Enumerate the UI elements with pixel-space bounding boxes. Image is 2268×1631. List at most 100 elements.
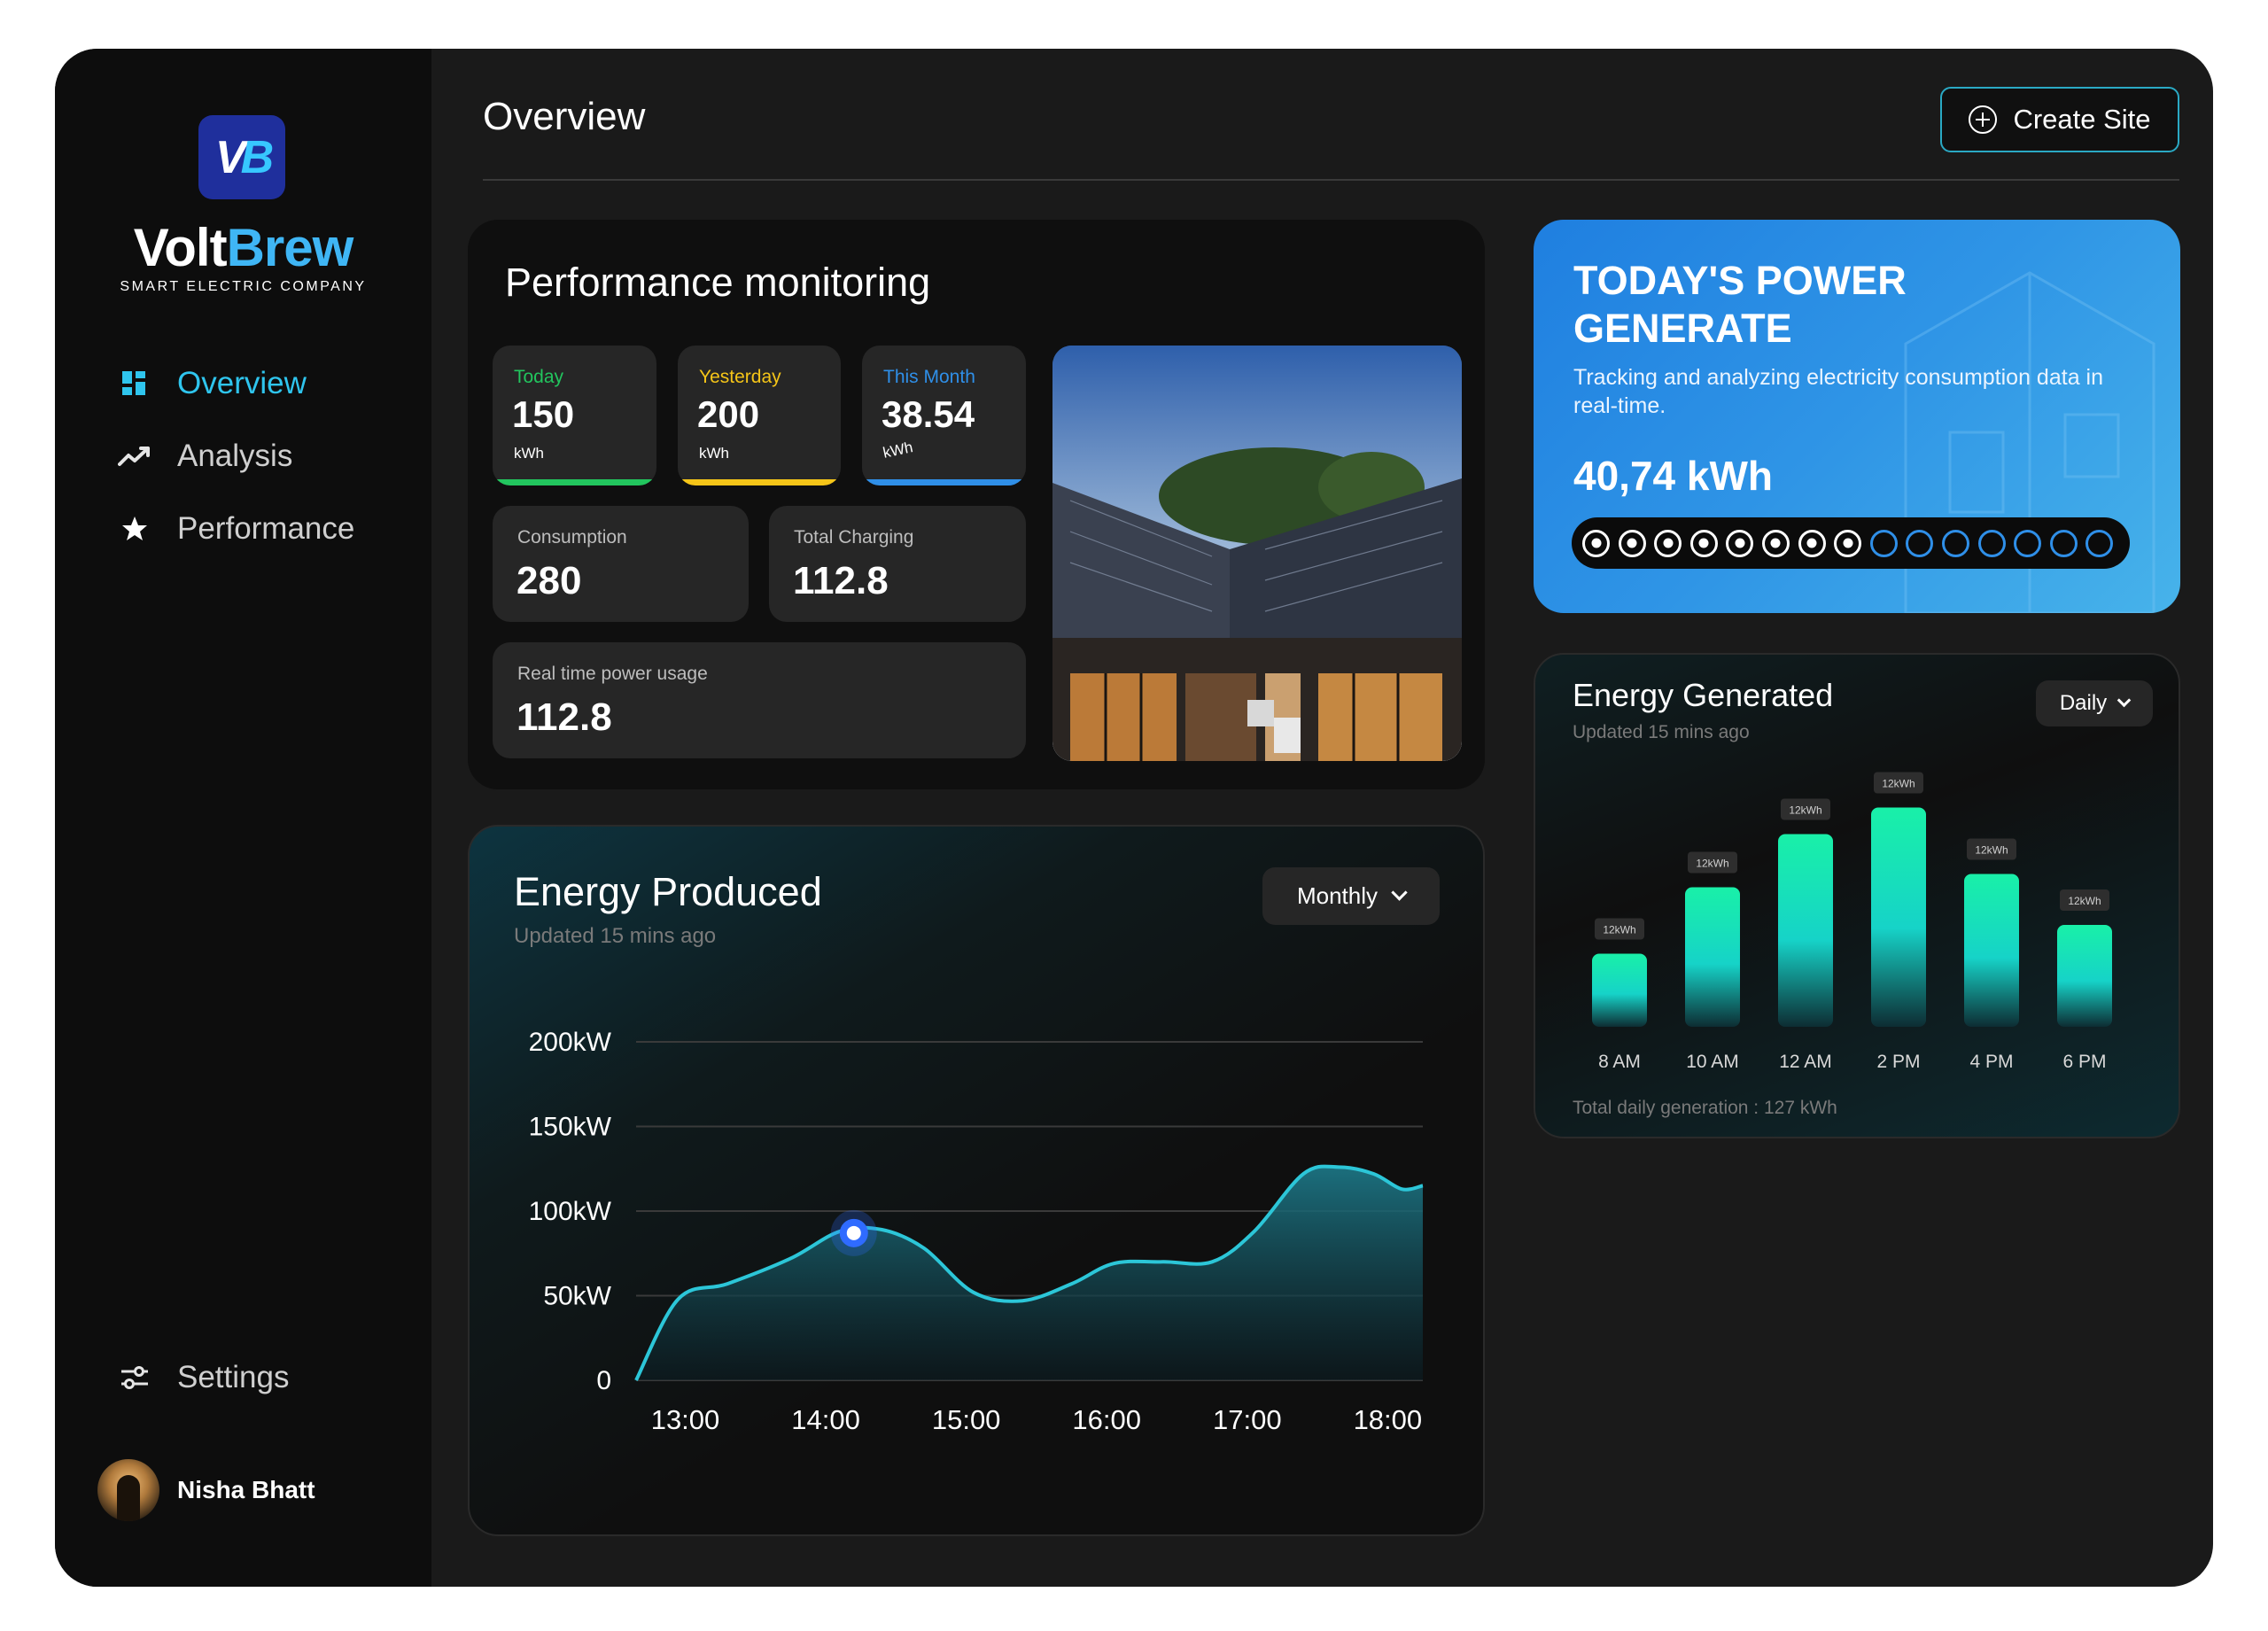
stat-this-month[interactable]: This Month 38.54 kWh [862, 346, 1026, 485]
stat-unit: kWh [699, 445, 729, 462]
power-level-dot [2049, 529, 2078, 557]
sidebar-item-label: Overview [177, 366, 307, 400]
bar-value-label: 12kWh [1882, 778, 1915, 790]
energy-produced-card: Energy Produced Updated 15 mins ago Mont… [468, 825, 1485, 1536]
create-site-label: Create Site [2013, 104, 2151, 135]
stat-unit: kWh [514, 445, 544, 462]
stat-unit: kWh [881, 439, 915, 462]
stat-value: 150 [512, 393, 575, 435]
x-tick-label: 15:00 [932, 1404, 1001, 1435]
todays-power-value: 40,74 kWh [1573, 453, 1773, 499]
stat-value: 112.8kWh [517, 695, 612, 740]
stat-label: Today [514, 367, 564, 387]
stat-total-charging[interactable]: Total Charging 112.8kWh [769, 506, 1026, 622]
energy-generated-card: Energy Generated Updated 15 mins ago Dai… [1534, 653, 2180, 1138]
sliders-icon [117, 1360, 152, 1395]
power-level-dot [1726, 529, 1754, 557]
stat-realtime-usage[interactable]: Real time power usage 112.8kWh [493, 642, 1026, 758]
energy-produced-chart: 0 50kW 100kW 150kW 200kW 13:00 14:00 15:00 16:00… [529, 1028, 1424, 1435]
bar-value-label: 12kWh [1975, 844, 2008, 857]
power-level-indicator [1572, 517, 2130, 569]
bar[interactable] [1592, 953, 1647, 1028]
power-level-dot [1941, 529, 1969, 557]
app-window: VB VoltBrew SMART ELECTRIC COMPANY Overv… [55, 49, 2213, 1587]
power-level-dot [1977, 529, 2006, 557]
x-tick-label: 16:00 [1072, 1404, 1141, 1435]
stat-value: 112.8kWh [793, 559, 889, 603]
power-level-dot [1798, 529, 1826, 557]
stat-number: 280 [517, 559, 582, 602]
power-level-dot [1906, 529, 1934, 557]
sidebar-item-settings[interactable]: Settings [117, 1360, 289, 1395]
power-level-dot [1834, 529, 1862, 557]
sidebar-item-label: Performance [177, 511, 355, 546]
bar[interactable] [1778, 834, 1833, 1028]
stat-consumption[interactable]: Consumption 280kWh [493, 506, 749, 622]
bar[interactable] [2057, 925, 2112, 1027]
star-icon [117, 511, 152, 547]
energy-generated-chart: 12kWh 8 AM 12kWh 10 AM 12kWh 12 AM 12kWh 2 PM 12… [1592, 772, 2112, 1072]
stat-label: Yesterday [699, 367, 781, 387]
stat-today[interactable]: Today 150 kWh [493, 346, 656, 485]
bar[interactable] [1871, 807, 1926, 1028]
y-tick-label: 200kW [529, 1028, 612, 1057]
logo: VB [198, 115, 285, 199]
bar[interactable] [1685, 887, 1740, 1028]
performance-card: Performance monitoring Today 150 kWh Yes… [468, 220, 1485, 789]
sidebar: VB VoltBrew SMART ELECTRIC COMPANY Overv… [55, 49, 431, 1587]
grid-icon [117, 366, 152, 401]
stat-value: 280kWh [517, 559, 581, 603]
power-level-dot [2085, 529, 2114, 557]
todays-power-title: TODAY'S POWER GENERATE [1573, 258, 1907, 351]
stat-label: Real time power usage [517, 664, 708, 684]
stat-number: 112.8 [517, 695, 612, 739]
bar[interactable] [1964, 874, 2019, 1028]
bar-value-label: 12kWh [1696, 858, 1728, 870]
create-site-button[interactable]: Create Site [1940, 87, 2179, 152]
stat-label: Consumption [517, 527, 627, 548]
y-tick-label: 50kW [543, 1282, 611, 1311]
power-level-dot [1582, 529, 1610, 557]
sidebar-item-label: Settings [177, 1360, 290, 1394]
user-name: Nisha Bhatt [177, 1476, 315, 1503]
x-tick-label: 8 AM [1598, 1052, 1641, 1072]
y-tick-label: 0 [596, 1366, 611, 1395]
brand-tagline: SMART ELECTRIC COMPANY [120, 279, 367, 294]
house-illustration [1052, 346, 1462, 761]
stat-accent-bar [678, 479, 841, 485]
stat-accent-bar [493, 479, 656, 485]
power-level-dot [1689, 529, 1718, 557]
logo-letter-v: V [214, 131, 246, 183]
bar-value-label: 12kWh [2068, 895, 2101, 907]
todays-power-card: TODAY'S POWER GENERATE Tracking and anal… [1534, 220, 2180, 613]
power-level-dot [1618, 529, 1646, 557]
user-profile[interactable]: Nisha Bhatt [97, 1459, 315, 1521]
x-tick-label: 12 AM [1779, 1052, 1832, 1072]
x-tick-label: 14:00 [791, 1404, 860, 1435]
header-divider [483, 179, 2179, 181]
sidebar-item-performance[interactable]: Performance [117, 511, 354, 547]
stat-label: Total Charging [794, 527, 914, 548]
stat-yesterday[interactable]: Yesterday 200 kWh [678, 346, 841, 485]
brand-name-part2: Brew [226, 218, 354, 277]
total-daily-generation: Total daily generation : 127 kWh [1573, 1098, 1837, 1118]
power-level-dot [1654, 529, 1682, 557]
x-tick-label: 17:00 [1213, 1404, 1282, 1435]
page-title: Overview [483, 95, 646, 138]
highlight-point-center [846, 1225, 861, 1240]
stat-value: 200 [697, 393, 760, 435]
house-solar-image [1052, 346, 1462, 761]
sidebar-item-overview[interactable]: Overview [117, 366, 307, 401]
bar-value-label: 12kWh [1603, 924, 1635, 936]
sidebar-item-label: Analysis [177, 439, 293, 473]
x-tick-label: 13:00 [651, 1404, 720, 1435]
trend-icon [117, 439, 152, 474]
power-level-dot [1761, 529, 1790, 557]
stat-value: 38.54 [882, 393, 975, 435]
logo-letter-b: B [240, 131, 274, 183]
y-tick-label: 100kW [529, 1197, 612, 1226]
stat-accent-bar [862, 479, 1026, 485]
sidebar-item-analysis[interactable]: Analysis [117, 439, 292, 474]
stat-number: 112.8 [793, 559, 889, 602]
x-tick-label: 10 AM [1686, 1052, 1739, 1072]
